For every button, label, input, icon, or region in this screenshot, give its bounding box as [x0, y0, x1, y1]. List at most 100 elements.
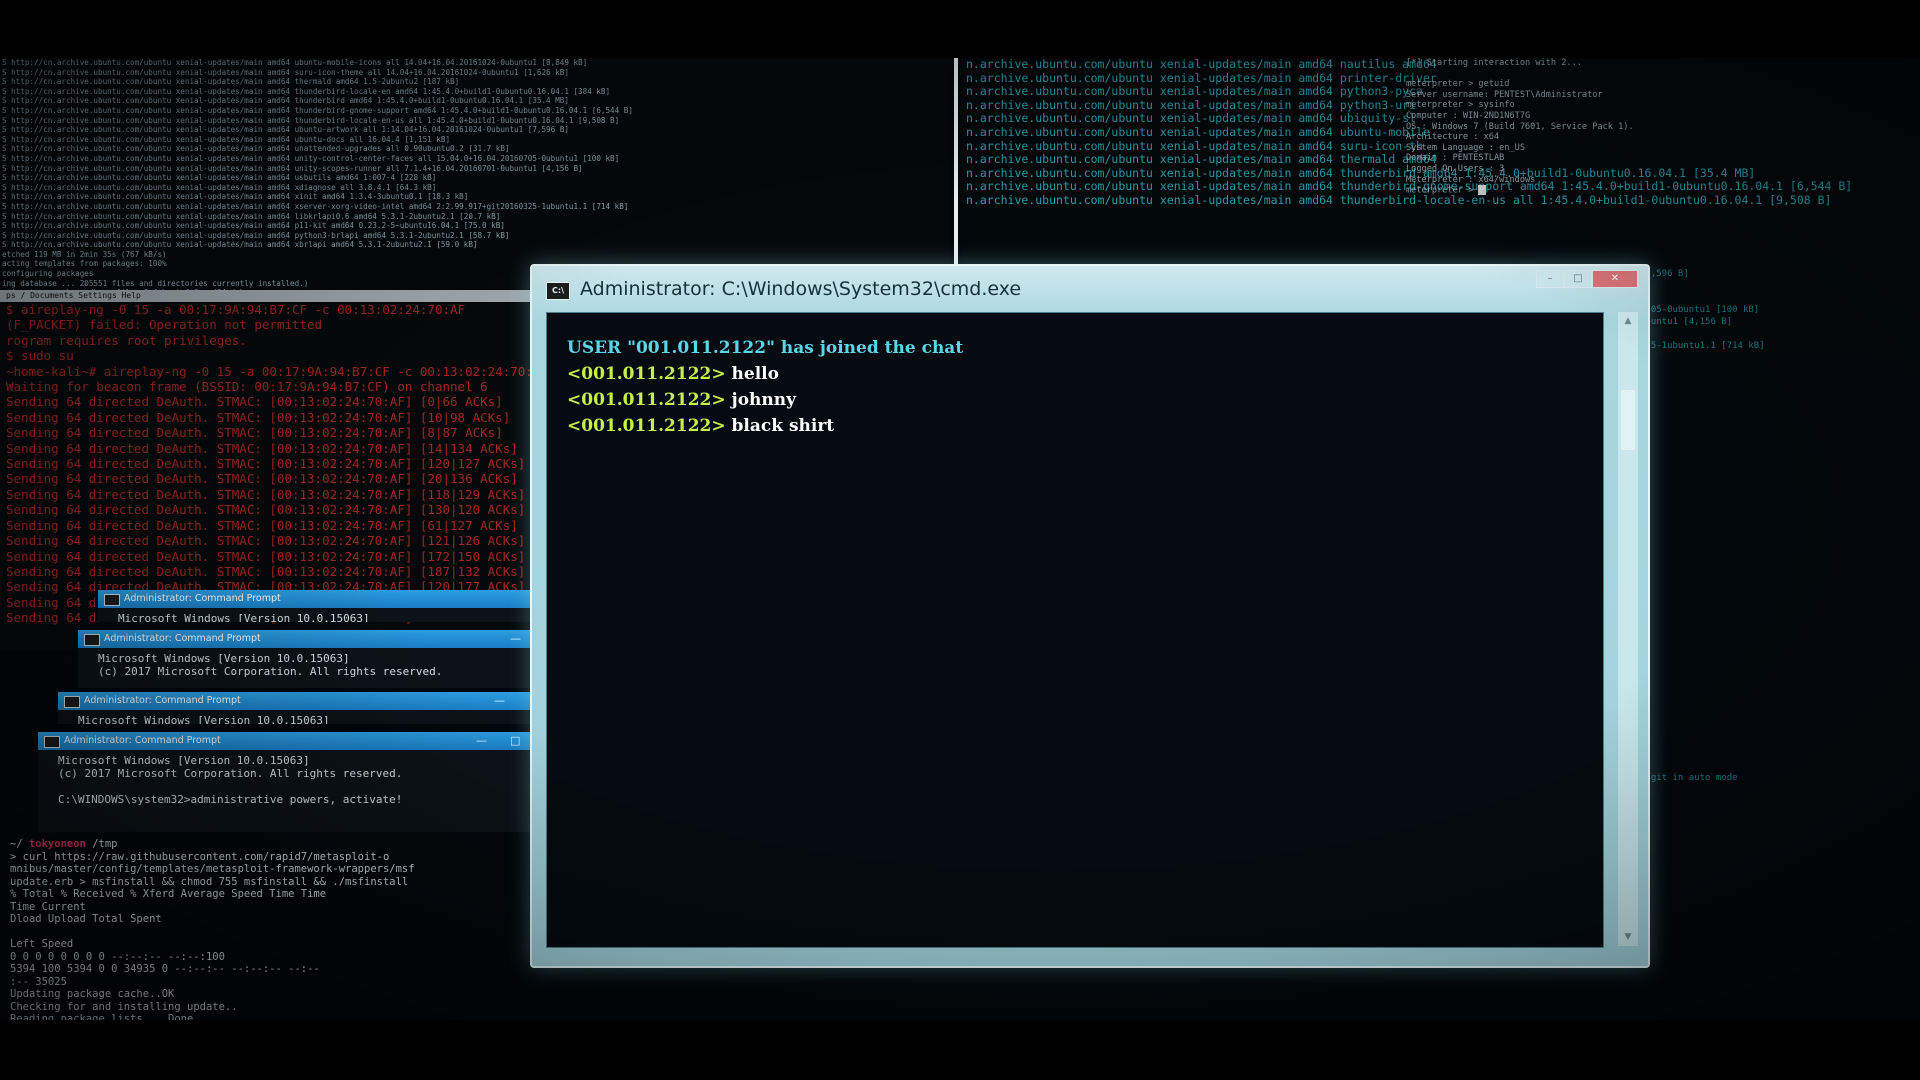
terminal-line: Sending 64 directed DeAuth. STMAC: [00:1…: [6, 502, 526, 518]
terminal-line: S http://cn.archive.ubuntu.com/ubuntu xe…: [2, 192, 469, 202]
terminal-line: 1605-0ubuntu1 [100 kB]: [1640, 305, 1760, 315]
terminal-line: S http://cn.archive.ubuntu.com/ubuntu xe…: [2, 221, 505, 231]
minimize-icon[interactable]: —: [510, 630, 521, 648]
maximize-icon[interactable]: □: [1564, 270, 1592, 288]
terminal-line: S http://cn.archive.ubuntu.com/ubuntu xe…: [2, 105, 633, 115]
letterbox-bottom: [0, 1020, 1920, 1080]
cmd-prompt-titlebar[interactable]: Administrator: Command Prompt — □: [38, 732, 558, 750]
terminal-line: System Language : en_US: [1406, 142, 1525, 153]
cmd-exe-titlebar[interactable]: C:\ Administrator: C:\Windows\System32\c…: [532, 266, 1648, 312]
terminal-line: meterpreter >: [1406, 185, 1826, 196]
terminal-line: Sending 64 directed DeAuth. STMAC: [00:1…: [6, 440, 518, 456]
minimize-icon[interactable]: –: [1536, 270, 1564, 288]
terminal-line: Meterpreter : x64/windows: [1406, 174, 1536, 185]
terminal-line: S http://cn.archive.ubuntu.com/ubuntu xe…: [2, 58, 588, 67]
terminal-line: Waiting for beacon frame (BSSID: 00:17:9…: [6, 379, 488, 395]
terminal-line: S http://cn.archive.ubuntu.com/ubuntu xe…: [2, 173, 437, 183]
terminal-line: Computer : WIN-2ND1N6T7G: [1406, 110, 1531, 121]
scroll-up-icon[interactable]: ▲: [1618, 312, 1638, 330]
right-edge-lines: [7,596 B] 1605-0ubuntu1 [100 kB] ubuntu1 …: [1640, 268, 1920, 352]
cmd-prompt-line: C:\WINDOWS\system32>administrative power…: [58, 793, 403, 806]
terminal-line: Logged On Users : 3: [1406, 163, 1505, 174]
terminal-line: rogram requires root privileges.: [6, 332, 247, 348]
terminal-line: 0 0 0 0 0 0 0 0 --:--:-- --:--:100: [10, 950, 225, 963]
terminal-line: S http://cn.archive.ubuntu.com/ubuntu xe…: [2, 77, 460, 87]
cmd-prompt-titlebar[interactable]: Administrator: Command Prompt — □: [58, 692, 558, 710]
cmd-prompt-title: Administrator: Command Prompt: [84, 695, 241, 706]
chat-console[interactable]: USER "001.011.2122" has joined the chat …: [546, 312, 1604, 948]
terminal-line: Checking for and installing update..: [10, 1000, 238, 1013]
terminal-line: Server username: PENTEST\Administrator: [1406, 89, 1603, 100]
chat-message: <001.011.2122> black shirt: [567, 415, 834, 437]
terminal-line: update.erb > msfinstall && chmod 755 msf…: [10, 875, 409, 888]
cmd-prompt-line: Microsoft Windows [Version 10.0.15063]: [98, 652, 350, 665]
meterpreter-panel: [*] Starting interaction with 2... meter…: [1406, 58, 1826, 298]
vertical-scrollbar[interactable]: ▲ ▼: [1618, 312, 1638, 946]
apt-update-log: S http://cn.archive.ubuntu.com/ubuntu xe…: [0, 58, 950, 298]
letterbox-top: [0, 0, 1920, 58]
msfinstall-shell: ~/ tokyoneon /tmp > curl https://raw.git…: [10, 838, 540, 1020]
terminal-line: Sending 64 directed DeAuth. STMAC: [00:1…: [6, 425, 503, 441]
scroll-down-icon[interactable]: ▼: [1618, 928, 1638, 946]
terminal-line: S http://cn.archive.ubuntu.com/ubuntu xe…: [2, 144, 510, 154]
terminal-line: Sending 64 directed DeAuth. STMAC: [00:1…: [6, 394, 503, 410]
terminal-line: S http://cn.archive.ubuntu.com/ubuntu xe…: [2, 240, 478, 250]
terminal-line: Time Current: [10, 900, 86, 913]
cmd-icon: [104, 594, 120, 606]
terminal-line: meterpreter > sysinfo: [1406, 100, 1515, 111]
shell-output: > curl https://raw.githubusercontent.com…: [10, 851, 540, 1021]
minimize-icon[interactable]: —: [494, 692, 505, 710]
terminal-line: (F_PACKET) failed: Operation not permitt…: [6, 317, 323, 333]
monitor-screen: S http://cn.archive.ubuntu.com/ubuntu xe…: [0, 58, 1920, 1020]
cmd-prompt-title: Administrator: Command Prompt: [64, 735, 221, 746]
window-controls: – □ ✕: [1536, 270, 1638, 288]
terminal-line: S http://cn.archive.ubuntu.com/ubuntu xe…: [2, 201, 629, 211]
window-divider: [954, 58, 958, 268]
cmd-prompt-window[interactable]: Administrator: Command Prompt — □ Micros…: [38, 732, 558, 832]
aireplay-log: $ aireplay-ng -0 15 -a 00:17:9A:94:B7:CF…: [0, 302, 560, 626]
terminal-line: Architecture : x64: [1406, 132, 1500, 143]
terminal-line: S http://cn.archive.ubuntu.com/ubuntu xe…: [2, 230, 510, 240]
cmd-prompt-title: Administrator: Command Prompt: [124, 593, 281, 604]
cmd-prompt-window[interactable]: Administrator: Command Prompt — □ Micros…: [58, 692, 558, 724]
close-icon[interactable]: ✕: [1592, 270, 1638, 288]
terminal-line: S http://cn.archive.ubuntu.com/ubuntu xe…: [2, 134, 451, 144]
cmd-prompt-line: (c) 2017 Microsoft Corporation. All righ…: [58, 767, 403, 780]
terminal-line: ubuntu1 [4,156 B]: [1640, 317, 1733, 327]
terminal-line: S http://cn.archive.ubuntu.com/ubuntu xe…: [2, 96, 569, 106]
cmd-exe-window[interactable]: C:\ Administrator: C:\Windows\System32\c…: [530, 264, 1650, 968]
terminal-line: OS : Windows 7 (Build 7601, Service Pack…: [1406, 121, 1634, 132]
terminal-line: Sending 64 directed DeAuth. STMAC: [00:1…: [6, 409, 511, 425]
terminal-line: Domain : PENTESTLAB: [1406, 153, 1505, 164]
maximize-icon[interactable]: □: [510, 732, 520, 750]
chat-text: hello: [731, 364, 779, 384]
meterpreter-log: [*] Starting interaction with 2... meter…: [1406, 58, 1826, 196]
terminal-line: S http://cn.archive.ubuntu.com/ubuntu xe…: [2, 86, 611, 96]
terminal-line: ~home-kali~# aireplay-ng -0 15 -a 00:17:…: [6, 363, 548, 379]
chat-text: black shirt: [731, 416, 835, 436]
minimize-icon[interactable]: —: [476, 732, 487, 750]
cmd-prompt-titlebar[interactable]: Administrator: Command Prompt —: [78, 630, 558, 648]
terminal-line: :-- 35025: [10, 975, 67, 988]
cmd-prompt-line: [58, 780, 548, 793]
cmd-prompt-line: Microsoft Windows [Version 10.0.15063]: [78, 714, 330, 724]
cmd-prompt-line: Microsoft Windows [Version 10.0.15063]: [118, 612, 370, 622]
chat-join-notice: USER "001.011.2122" has joined the chat: [567, 338, 964, 358]
terminal-line: % Total % Received % Xferd Average Speed…: [10, 888, 327, 900]
terminal-line: Reading package lists... Done: [10, 1013, 194, 1020]
terminal-line: Sending 64 directed DeAuth. STMAC: [00:1…: [6, 471, 518, 487]
cmd-prompt-window[interactable]: Administrator: Command Prompt Microsoft …: [98, 590, 558, 622]
terminal-line: Sending 64 directed DeAuth. STMAC: [00:1…: [6, 456, 526, 472]
cmd-prompt-window[interactable]: Administrator: Command Prompt — Microsof…: [78, 630, 558, 688]
cmd-prompt-titlebar[interactable]: Administrator: Command Prompt: [98, 590, 558, 608]
chat-handle: <001.011.2122>: [567, 416, 726, 436]
chat-text: johnny: [731, 390, 796, 410]
terminal-line: Sending 64 directed DeAuth. STMAC: [00:1…: [6, 486, 526, 502]
terminal-line: S http://cn.archive.ubuntu.com/ubuntu xe…: [2, 211, 501, 221]
scroll-thumb[interactable]: [1621, 390, 1635, 450]
cmd-exe-icon: C:\: [546, 282, 570, 300]
